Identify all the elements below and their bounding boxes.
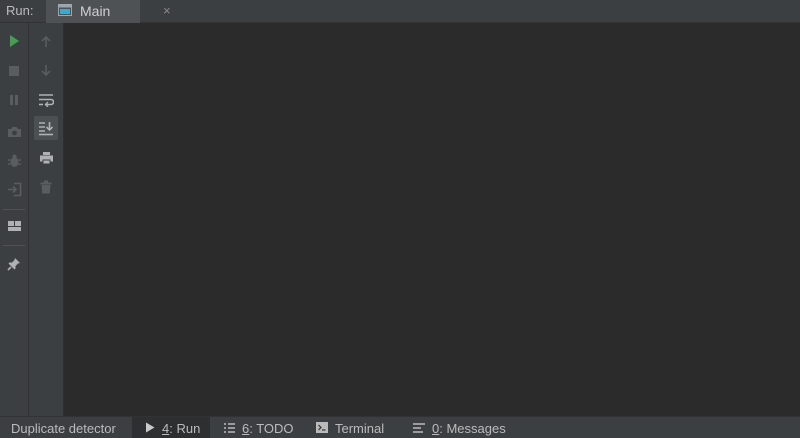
clear-all-button[interactable] <box>34 175 58 199</box>
scroll-to-end-button[interactable] <box>34 116 58 140</box>
stop-icon <box>9 66 19 76</box>
run-tool-tab[interactable]: 4: Run <box>132 417 211 438</box>
scroll-to-end-icon <box>39 121 54 135</box>
tab-main[interactable]: Main × <box>46 0 171 23</box>
messages-icon <box>413 421 425 436</box>
tool-window-bar: Duplicate detector 4: Run 6: TODO Termin… <box>0 416 800 438</box>
pin-tab-button[interactable] <box>2 252 26 276</box>
dump-threads-button[interactable] <box>2 119 26 143</box>
duplicate-detector-tab[interactable]: Duplicate detector <box>11 417 116 438</box>
pause-button[interactable] <box>2 88 26 112</box>
list-icon <box>224 421 235 436</box>
close-icon[interactable]: × <box>163 3 171 18</box>
arrow-up-icon <box>41 35 51 47</box>
pause-icon <box>10 95 18 105</box>
login-exit-icon <box>7 182 21 196</box>
trash-icon <box>40 180 52 194</box>
run-label: : Run <box>169 420 201 436</box>
layout-icon <box>7 221 21 231</box>
soft-wrap-icon <box>39 94 54 107</box>
camera-icon <box>7 126 21 137</box>
console-toolbar <box>29 23 64 416</box>
run-tool-window-header: Run: Main × <box>0 0 800 23</box>
run-label: Run: <box>6 3 34 18</box>
run-icon <box>10 35 19 47</box>
duplicate-detector-label: Duplicate detector <box>11 420 116 436</box>
todo-label: : TODO <box>249 420 294 436</box>
messages-mnemonic: 0 <box>432 420 440 436</box>
run-button[interactable] <box>2 29 26 53</box>
toolbar-separator <box>3 209 25 210</box>
print-button[interactable] <box>34 146 58 170</box>
run-toolbar <box>0 23 29 416</box>
previous-occurrence-button[interactable] <box>34 29 58 53</box>
next-occurrence-button[interactable] <box>34 58 58 82</box>
arrow-down-icon <box>41 64 51 76</box>
tab-label: Main <box>80 3 111 19</box>
terminal-icon <box>316 421 328 436</box>
run-icon <box>145 421 155 436</box>
terminal-label: Terminal <box>335 420 385 436</box>
console-window-icon <box>58 4 72 16</box>
stop-button[interactable] <box>2 59 26 83</box>
console-output[interactable] <box>65 23 800 416</box>
run-mnemonic: 4 <box>162 420 170 436</box>
layout-button[interactable] <box>2 214 26 238</box>
toolbar-separator <box>3 245 25 246</box>
debug-button[interactable] <box>2 148 26 172</box>
messages-tool-tab[interactable]: 0: Messages <box>413 417 506 438</box>
debug-bug-icon <box>7 154 21 167</box>
terminal-tool-tab[interactable]: Terminal <box>316 417 384 438</box>
print-icon <box>39 152 53 165</box>
messages-label: : Messages <box>439 420 506 436</box>
soft-wrap-button[interactable] <box>34 88 58 112</box>
pin-icon <box>7 258 20 271</box>
todo-mnemonic: 6 <box>242 420 250 436</box>
todo-tool-tab[interactable]: 6: TODO <box>224 417 294 438</box>
exit-button[interactable] <box>2 177 26 201</box>
